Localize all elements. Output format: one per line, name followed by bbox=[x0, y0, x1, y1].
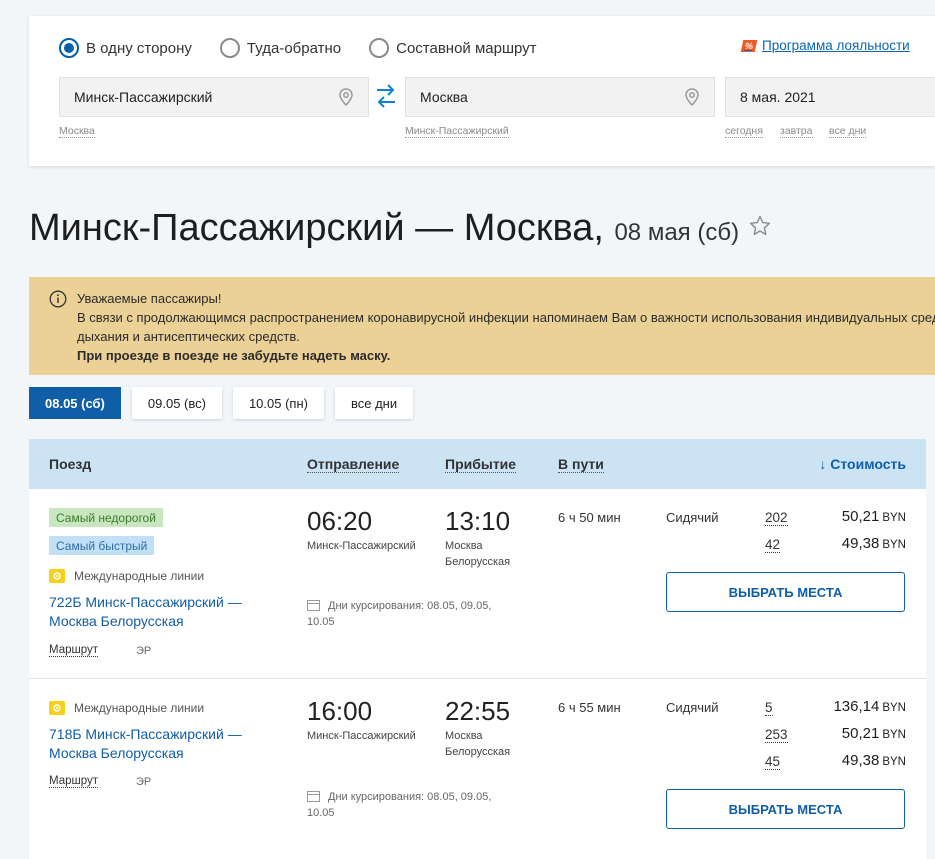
choose-seats-button[interactable]: ВЫБРАТЬ МЕСТА bbox=[666, 572, 905, 612]
table-row: Самый недорогой Самый быстрый Международ… bbox=[29, 489, 926, 679]
notice-line-bold: При проезде в поезде не забудьте надеть … bbox=[77, 348, 391, 363]
radio-label: Туда-обратно bbox=[246, 39, 342, 57]
radio-dot[interactable] bbox=[219, 38, 240, 58]
swap-stations-icon[interactable] bbox=[375, 83, 397, 109]
seats-count-link[interactable]: 5 bbox=[765, 700, 773, 716]
results-table: Поезд Отправление Прибытие В пути ↓ Стои… bbox=[29, 439, 926, 859]
route-title: Минск-Пассажирский — Москва, bbox=[29, 207, 604, 249]
date-value: 8 мая. 2021 bbox=[740, 89, 816, 105]
col-departure-sort[interactable]: Отправление bbox=[307, 456, 400, 473]
international-lines-icon bbox=[49, 569, 65, 583]
running-days: Дни курсирования: 08.05, 09.05, 10.05 bbox=[307, 600, 492, 628]
international-lines: Международные линии bbox=[49, 569, 204, 583]
to-station-input[interactable]: Москва bbox=[405, 77, 715, 117]
arrival-station: Москва Белорусская bbox=[445, 730, 511, 758]
favorite-star-icon[interactable] bbox=[748, 214, 772, 238]
table-row: Международные линии 718Б Минск-Пассажирс… bbox=[29, 679, 926, 859]
page-title: Минск-Пассажирский — Москва, 08 мая (сб) bbox=[29, 207, 772, 250]
fare-price: 50,21 BYN bbox=[841, 508, 906, 525]
fare-price: 50,21 BYN bbox=[841, 725, 906, 742]
date-tabs: 08.05 (сб) 09.05 (вс) 10.05 (пн) все дни bbox=[29, 387, 424, 419]
calendar-icon bbox=[307, 600, 320, 611]
col-arrival-sort[interactable]: Прибытие bbox=[445, 456, 517, 473]
calendar-icon bbox=[307, 791, 320, 802]
departure-time: 16:00 bbox=[307, 696, 373, 726]
seats-count-link[interactable]: 202 bbox=[765, 510, 788, 526]
radio-label: Составной маршрут bbox=[396, 39, 537, 57]
cheapest-badge: Самый недорогой bbox=[49, 508, 163, 527]
date-today-link[interactable]: сегодня bbox=[725, 125, 763, 138]
train-name-link[interactable]: 722Б Минск-Пассажирский — Москва Белорус… bbox=[49, 593, 242, 631]
car-class: Сидячий bbox=[666, 510, 719, 525]
search-panel: В одну сторону Туда-обратно Составной ма… bbox=[29, 16, 935, 166]
departure-station: Минск-Пассажирский bbox=[307, 540, 416, 552]
train-name-link[interactable]: 718Б Минск-Пассажирский — Москва Белорус… bbox=[49, 725, 242, 763]
radio-one-way[interactable]: В одну сторону bbox=[59, 38, 192, 58]
route-link[interactable]: Маршрут bbox=[49, 775, 99, 788]
international-lines-label: Международные линии bbox=[74, 569, 205, 583]
choose-seats-button[interactable]: ВЫБРАТЬ МЕСТА bbox=[666, 789, 905, 829]
arrival-station: Москва Белорусская bbox=[445, 540, 511, 568]
info-icon bbox=[49, 290, 67, 308]
location-pin-icon[interactable] bbox=[682, 87, 702, 107]
table-header: Поезд Отправление Прибытие В пути ↓ Стои… bbox=[29, 439, 926, 489]
international-lines-label: Международные линии bbox=[74, 701, 205, 715]
to-station-value: Москва bbox=[420, 89, 468, 105]
route-link[interactable]: Маршрут bbox=[49, 644, 99, 657]
to-hint-link[interactable]: Минск-Пассажирский bbox=[405, 125, 509, 138]
seats-count-link[interactable]: 42 bbox=[765, 537, 781, 553]
date-input[interactable]: 8 мая. 2021 bbox=[725, 77, 935, 117]
location-pin-icon[interactable] bbox=[336, 87, 356, 107]
departure-station: Минск-Пассажирский bbox=[307, 730, 416, 742]
percent-badge-icon: % bbox=[740, 39, 758, 52]
radio-dot-selected[interactable] bbox=[59, 38, 79, 58]
seats-count-link[interactable]: 253 bbox=[765, 727, 788, 743]
radio-dot[interactable] bbox=[369, 38, 390, 58]
international-lines: Международные линии bbox=[49, 701, 204, 715]
notice-line: В связи с продолжающимся распространение… bbox=[77, 310, 935, 325]
date-tab-0805[interactable]: 08.05 (сб) bbox=[29, 387, 121, 419]
fare-price: 49,38 BYN bbox=[841, 535, 906, 552]
date-tomorrow-link[interactable]: завтра bbox=[780, 125, 813, 138]
radio-composite-route[interactable]: Составной маршрут bbox=[369, 38, 537, 58]
travel-duration: 6 ч 50 мин bbox=[558, 510, 621, 525]
loyalty-label: Программа лояльности bbox=[762, 38, 910, 53]
date-all-days-link[interactable]: все дни bbox=[829, 125, 867, 138]
international-lines-icon bbox=[49, 701, 65, 715]
route-date: 08 мая (сб) bbox=[614, 219, 740, 246]
er-label: ЭР bbox=[136, 645, 152, 657]
from-station-input[interactable]: Минск-Пассажирский bbox=[59, 77, 369, 117]
arrival-time: 13:10 bbox=[445, 506, 511, 536]
loyalty-program-link[interactable]: % Программа лояльности bbox=[740, 38, 910, 53]
notice-line: Уважаемые пассажиры! bbox=[77, 291, 222, 306]
radio-round-trip[interactable]: Туда-обратно bbox=[219, 38, 342, 58]
covid-notice: Уважаемые пассажиры! В связи с продолжаю… bbox=[29, 277, 935, 375]
running-days: Дни курсирования: 08.05, 09.05, 10.05 bbox=[307, 791, 492, 819]
car-class: Сидячий bbox=[666, 700, 719, 715]
from-hint-link[interactable]: Москва bbox=[59, 125, 95, 138]
col-price-sort[interactable]: ↓ Стоимость bbox=[819, 456, 906, 472]
fare-price: 49,38 BYN bbox=[841, 752, 906, 769]
arrival-time: 22:55 bbox=[445, 696, 511, 726]
date-tab-1005[interactable]: 10.05 (пн) bbox=[232, 387, 324, 419]
fare-price: 136,14 BYN bbox=[833, 698, 906, 715]
col-duration-sort[interactable]: В пути bbox=[558, 456, 604, 473]
travel-duration: 6 ч 55 мин bbox=[558, 700, 621, 715]
from-station-value: Минск-Пассажирский bbox=[74, 89, 213, 105]
radio-label: В одну сторону bbox=[86, 39, 192, 57]
fastest-badge: Самый быстрый bbox=[49, 536, 155, 555]
departure-time: 06:20 bbox=[307, 506, 373, 536]
er-label: ЭР bbox=[136, 776, 152, 788]
seats-count-link[interactable]: 45 bbox=[765, 754, 781, 770]
notice-line: дыхания и антисептических средств. bbox=[77, 329, 300, 344]
date-tab-0905[interactable]: 09.05 (вс) bbox=[131, 387, 222, 419]
col-train: Поезд bbox=[49, 456, 92, 472]
date-tab-all-days[interactable]: все дни bbox=[334, 387, 414, 419]
trip-type-group: В одну сторону Туда-обратно Составной ма… bbox=[59, 38, 565, 58]
